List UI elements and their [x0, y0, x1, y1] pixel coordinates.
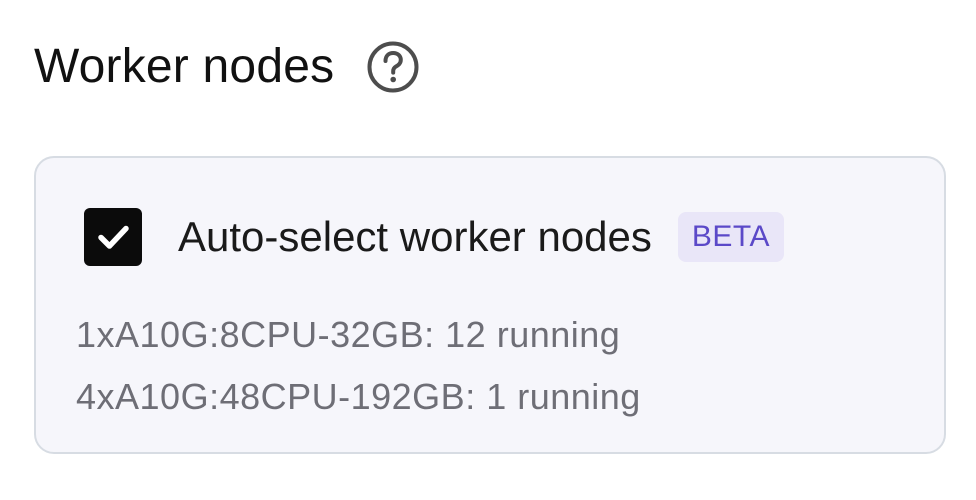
question-circle-icon: [367, 41, 419, 93]
node-item: 1xA10G:8CPU-32GB: 12 running: [76, 314, 621, 355]
auto-select-label[interactable]: Auto-select worker nodes: [178, 216, 652, 258]
node-list: 1xA10G:8CPU-32GB: 12 running 4xA10G:48CP…: [76, 304, 641, 428]
node-item: 4xA10G:48CPU-192GB: 1 running: [76, 376, 641, 417]
auto-select-checkbox[interactable]: [84, 208, 142, 266]
help-icon[interactable]: [366, 40, 420, 94]
worker-nodes-header: Worker nodes: [34, 36, 420, 98]
auto-select-row[interactable]: Auto-select worker nodes BETA: [84, 206, 785, 268]
beta-badge: BETA: [677, 212, 785, 262]
checkmark-icon: [98, 225, 129, 249]
section-title: Worker nodes: [34, 40, 335, 93]
auto-select-panel: Auto-select worker nodes BETA 1xA10G:8CP…: [34, 156, 946, 454]
